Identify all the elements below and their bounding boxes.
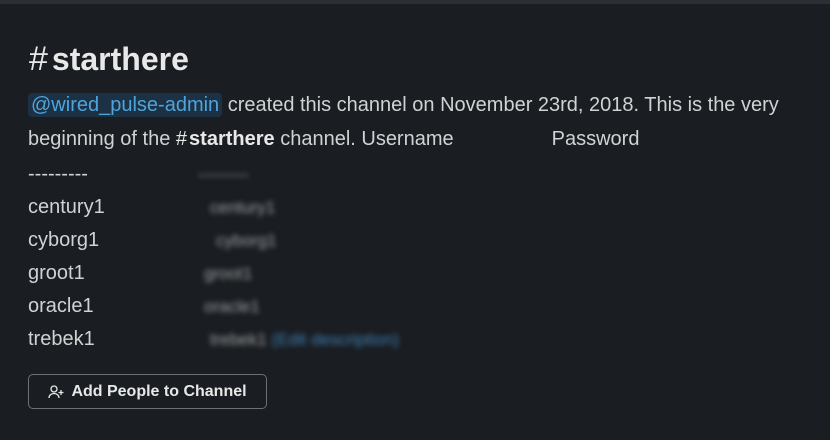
edit-description-link[interactable]: (Edit description) xyxy=(271,330,399,349)
add-people-button[interactable]: Add People to Channel xyxy=(28,374,267,409)
username-divider: --------- xyxy=(28,163,88,185)
username-cell: groot1 xyxy=(28,262,85,284)
password-value: trebek1 xyxy=(210,330,267,349)
username-cell: oracle1 xyxy=(28,295,94,317)
password-cell-redacted: groot1 xyxy=(204,264,253,283)
password-divider-redacted: --------- xyxy=(198,165,249,184)
channel-header: # starthere xyxy=(29,40,189,78)
channel-hash-icon: # xyxy=(29,40,48,78)
inline-hash-icon: # xyxy=(175,128,188,150)
username-cell: century1 xyxy=(28,196,105,218)
password-cell-redacted: trebek1 (Edit description) xyxy=(210,323,399,356)
inline-channel-link[interactable]: # starthere xyxy=(176,128,275,150)
password-header: Password xyxy=(551,128,640,150)
channel-title: starthere xyxy=(51,41,189,77)
username-cell: cyborg1 xyxy=(28,229,100,251)
intro-text-after: channel. Username xyxy=(274,128,454,150)
password-cell-redacted: century1 xyxy=(210,198,276,217)
password-cell-redacted: cyborg1 xyxy=(216,231,277,250)
inline-channel-name: starthere xyxy=(189,128,275,150)
user-mention[interactable]: @wired_pulse-admin xyxy=(28,93,223,117)
username-cell: trebek1 xyxy=(28,328,95,350)
channel-intro: @wired_pulse-admin created this channel … xyxy=(28,88,818,156)
top-border xyxy=(0,0,830,4)
add-user-icon xyxy=(48,384,64,398)
add-people-label: Add People to Channel xyxy=(71,382,247,400)
password-cell-redacted: oracle1 xyxy=(204,297,260,316)
